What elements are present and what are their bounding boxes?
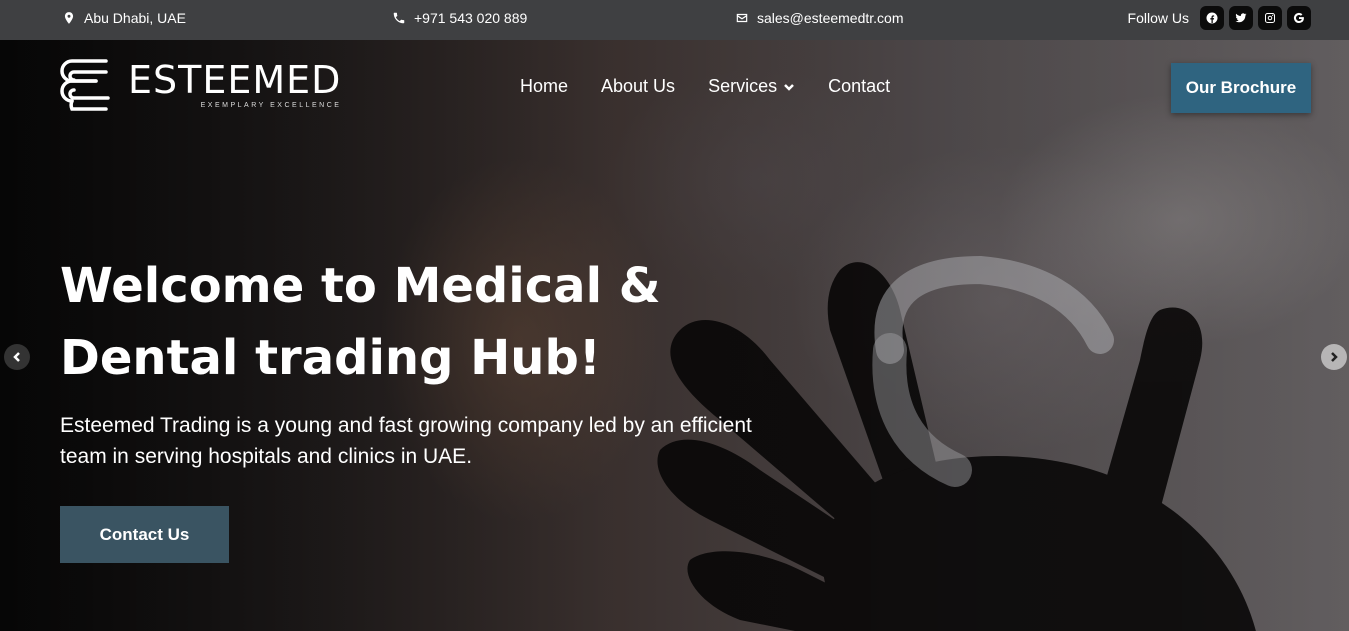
chevron-left-icon: [13, 352, 20, 362]
hero-title: Welcome to Medical & Dental trading Hub!: [60, 258, 661, 386]
nav-contact[interactable]: Contact: [828, 76, 890, 97]
chevron-down-icon: [784, 83, 794, 91]
slider-prev-button[interactable]: [4, 344, 30, 370]
twitter-icon[interactable]: [1229, 6, 1253, 30]
nav-home[interactable]: Home: [520, 76, 568, 97]
phone-icon: [393, 12, 405, 24]
nav-services-label: Services: [708, 76, 778, 96]
slider-next-button[interactable]: [1321, 344, 1347, 370]
logo-tagline: EXEMPLARY EXCELLENCE: [200, 102, 342, 109]
facebook-icon[interactable]: [1200, 6, 1224, 30]
social-links: Follow Us: [1128, 6, 1311, 30]
top-info-bar: Abu Dhabi, UAE +971 543 020 889 sales@es…: [0, 0, 1349, 40]
envelope-icon: [736, 13, 748, 23]
follow-label: Follow Us: [1127, 10, 1189, 26]
site-logo[interactable]: ESTEEMED EXEMPLARY EXCELLENCE: [56, 55, 341, 115]
phone-info[interactable]: +971 543 020 889: [392, 0, 527, 36]
logo-name: ESTEEMED: [128, 58, 342, 102]
main-nav: Home About Us Services Contact: [520, 76, 890, 97]
nav-services[interactable]: Services: [708, 76, 795, 97]
instagram-icon[interactable]: [1258, 6, 1282, 30]
chevron-right-icon: [1331, 352, 1338, 362]
nav-about-us[interactable]: About Us: [601, 76, 675, 97]
location-info: Abu Dhabi, UAE: [62, 0, 186, 36]
phone-text[interactable]: +971 543 020 889: [414, 10, 527, 26]
location-text: Abu Dhabi, UAE: [84, 10, 186, 26]
email-text[interactable]: sales@esteemedtr.com: [757, 10, 904, 26]
contact-us-button[interactable]: Contact Us: [60, 506, 229, 563]
hero-description: Esteemed Trading is a young and fast gro…: [60, 414, 752, 468]
logo-mark-icon: [60, 59, 110, 111]
google-icon[interactable]: [1287, 6, 1311, 30]
email-info[interactable]: sales@esteemedtr.com: [735, 0, 904, 36]
brochure-button[interactable]: Our Brochure: [1171, 63, 1311, 113]
location-pin-icon: [64, 12, 74, 24]
